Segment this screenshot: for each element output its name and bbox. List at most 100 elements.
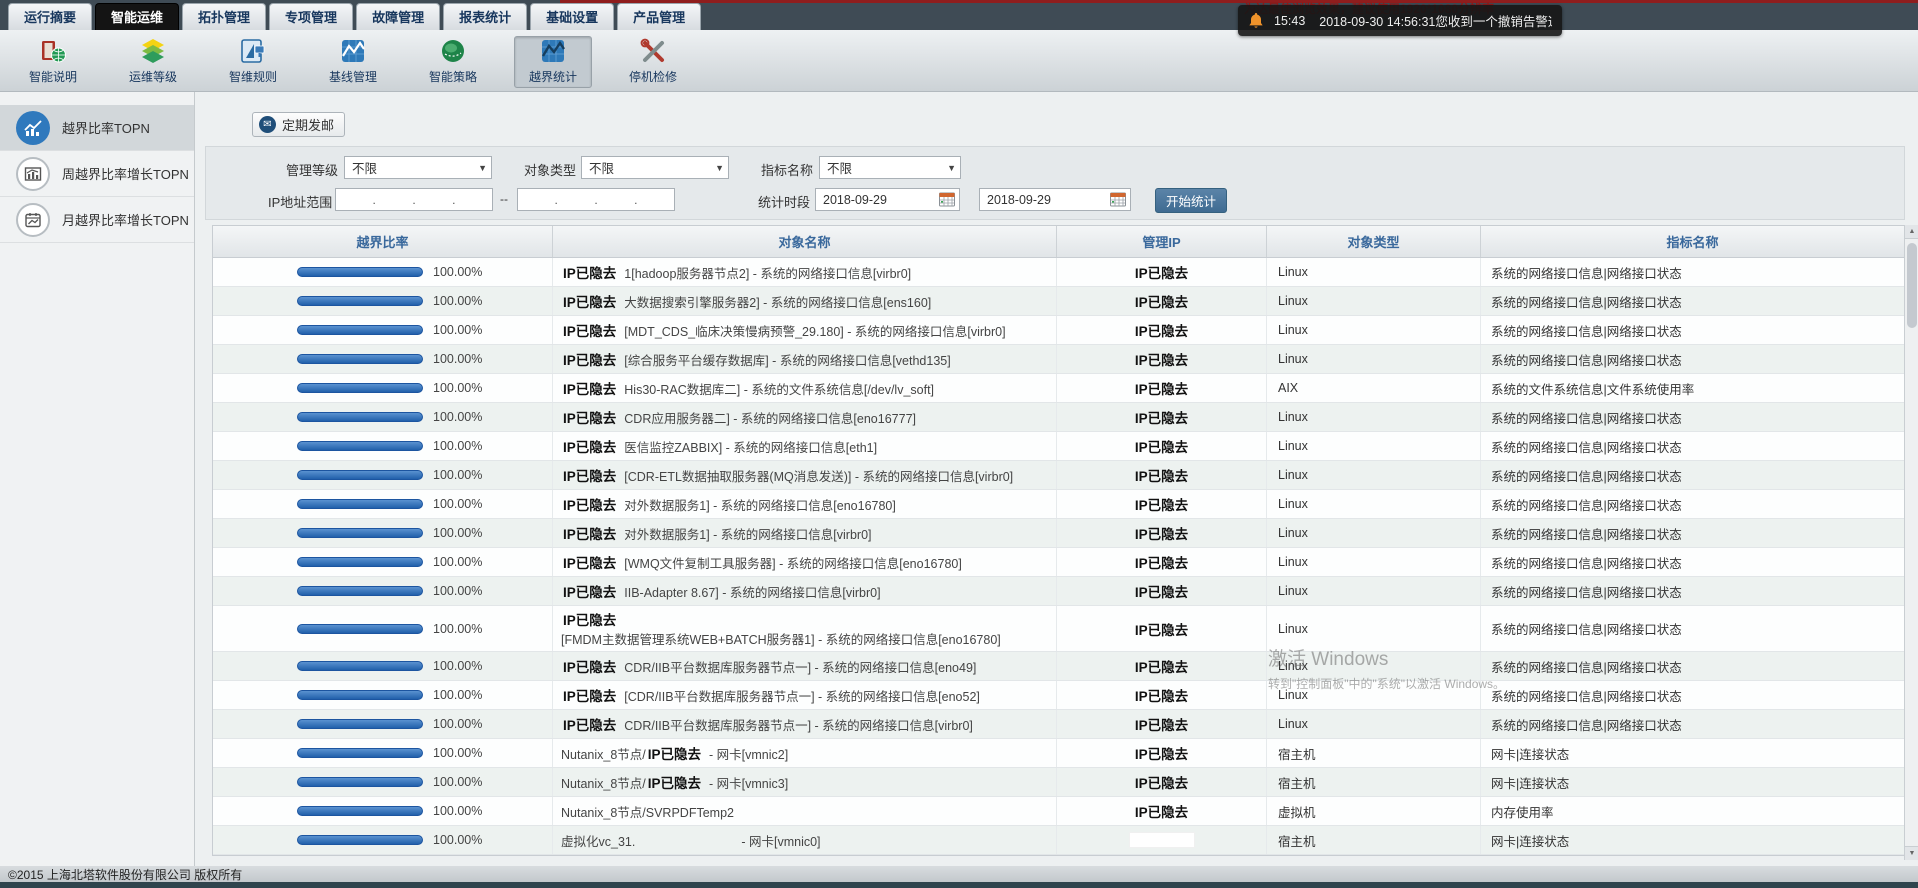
column-header-object-name[interactable]: 对象名称 bbox=[553, 226, 1057, 257]
mgmt-ip-value: IP已隐去 bbox=[1135, 714, 1188, 734]
object-type-cell: 宿主机 bbox=[1267, 739, 1481, 767]
sidebar-item-topn-rate[interactable]: 越界比率TOPN bbox=[0, 105, 194, 151]
object-name-cell: 虚拟化vc_31. - 网卡[vmnic0] bbox=[553, 826, 1057, 854]
table-row[interactable]: 100.00% IP已隐去 [CDR/IIB平台数据库服务器节点一] - 系统的… bbox=[213, 681, 1904, 710]
copyright-text: ©2015 上海北塔软件股份有限公司 版权所有 bbox=[8, 866, 242, 883]
sidebar-item-topn-weekly[interactable]: 周越界比率增长TOPN bbox=[0, 151, 194, 197]
notification-toast[interactable]: 15:43 2018-09-30 14:56:31您收到一个撤销告警通知... bbox=[1238, 5, 1562, 36]
periodic-mail-label: 定期发邮 bbox=[282, 115, 334, 134]
redacted-ip-label: IP已隐去 bbox=[563, 609, 616, 629]
toolbar-item-ops-level[interactable]: 运维等级 bbox=[114, 36, 192, 88]
obj-type-value: 不限 bbox=[589, 158, 715, 177]
table-row[interactable]: 100.00% IP已隐去 医信监控ZABBIX] - 系统的网络接口信息[et… bbox=[213, 432, 1904, 461]
periodic-mail-button[interactable]: ✉ 定期发邮 bbox=[252, 112, 345, 137]
toolbar-item-label: 停机检修 bbox=[629, 68, 677, 85]
top-menu-tab[interactable]: 拓扑管理 bbox=[182, 3, 266, 30]
rate-bar bbox=[297, 267, 423, 277]
table-row[interactable]: 100.00% IP已隐去 CDR/IIB平台数据库服务器节点一] - 系统的网… bbox=[213, 652, 1904, 681]
metric-name-cell: 网卡|连接状态 bbox=[1481, 826, 1904, 854]
column-header-rate[interactable]: 越界比率 bbox=[213, 226, 553, 257]
mgmt-level-label: 管理等级 bbox=[286, 160, 338, 179]
top-menu-tab[interactable]: 智能运维 bbox=[95, 3, 179, 30]
table-row[interactable]: 100.00% IP已隐去 [FMDM主数据管理系统WEB+BATCH服务器1]… bbox=[213, 606, 1904, 652]
mgmt-ip-value: IP已隐去 bbox=[1135, 320, 1188, 340]
table-row[interactable]: 100.00% 虚拟化vc_31. - 网卡[vmnic0] 宿主机 网卡|连接… bbox=[213, 826, 1904, 855]
column-header-object-type[interactable]: 对象类型 bbox=[1267, 226, 1481, 257]
rate-value: 100.00% bbox=[433, 688, 482, 702]
table-row[interactable]: 100.00% IP已隐去 对外数据服务1] - 系统的网络接口信息[virbr… bbox=[213, 519, 1904, 548]
table-row[interactable]: 100.00% IP已隐去 [MDT_CDS_临床决策慢病预警_29.180] … bbox=[213, 316, 1904, 345]
table-row[interactable]: 100.00% IP已隐去 CDR应用服务器二] - 系统的网络接口信息[eno… bbox=[213, 403, 1904, 432]
object-name-cell: Nutanix_8节点/ IP已隐去 - 网卡[vmnic3] bbox=[553, 768, 1057, 796]
top-menu-tab[interactable]: 报表统计 bbox=[443, 3, 527, 30]
scroll-down-arrow[interactable]: ▼ bbox=[1905, 846, 1918, 860]
mgmt-ip-value: IP已隐去 bbox=[1135, 291, 1188, 311]
ip-range-start-input[interactable]: ... bbox=[335, 188, 493, 211]
table-row[interactable]: 100.00% IP已隐去 [综合服务平台缓存数据库] - 系统的网络接口信息[… bbox=[213, 345, 1904, 374]
rate-cell: 100.00% bbox=[213, 548, 553, 576]
toolbar-item-shutdown-maintenance[interactable]: 停机检修 bbox=[614, 36, 692, 88]
object-name-text: - 网卡[vmnic0] bbox=[741, 831, 820, 850]
metric-name-cell: 网卡|连接状态 bbox=[1481, 739, 1904, 767]
column-header-mgmt-ip[interactable]: 管理IP bbox=[1057, 226, 1267, 257]
toolbar-item-boundary-stats[interactable]: 越界统计 bbox=[514, 36, 592, 88]
toolbar-item-baseline[interactable]: 基线管理 bbox=[314, 36, 392, 88]
rate-bar bbox=[297, 412, 423, 422]
scroll-up-arrow[interactable]: ▲ bbox=[1905, 225, 1918, 239]
toolbar-item-smart-rules[interactable]: 智维规则 bbox=[214, 36, 292, 88]
vertical-scrollbar[interactable]: ▲ ▼ bbox=[1904, 225, 1918, 860]
rate-bar bbox=[297, 470, 423, 480]
calendar-icon[interactable] bbox=[939, 192, 955, 207]
column-header-metric-name[interactable]: 指标名称 bbox=[1481, 226, 1904, 257]
mgmt-level-select[interactable]: 不限▼ bbox=[344, 156, 492, 179]
top-menu-tab[interactable]: 产品管理 bbox=[617, 3, 701, 30]
rate-cell: 100.00% bbox=[213, 768, 553, 796]
rate-bar bbox=[297, 806, 423, 816]
toolbar-item-smart-policy[interactable]: 智能策略 bbox=[414, 36, 492, 88]
calendar-icon[interactable] bbox=[1110, 192, 1126, 207]
date-to-input[interactable]: 2018-09-29 bbox=[979, 188, 1131, 211]
table-row[interactable]: 100.00% IP已隐去 1[hadoop服务器节点2] - 系统的网络接口信… bbox=[213, 258, 1904, 287]
metric-name-select[interactable]: 不限▼ bbox=[819, 156, 961, 179]
rate-value: 100.00% bbox=[433, 352, 482, 366]
rate-value: 100.00% bbox=[433, 717, 482, 731]
mgmt-ip-cell: IP已隐去 bbox=[1057, 316, 1267, 344]
rate-bar bbox=[297, 557, 423, 567]
top-menu-tab[interactable]: 运行摘要 bbox=[8, 3, 92, 30]
metric-name-cell: 内存使用率 bbox=[1481, 797, 1904, 825]
metric-name-cell: 系统的网络接口信息|网络接口状态 bbox=[1481, 490, 1904, 518]
ip-dot: . bbox=[634, 193, 637, 207]
table-row[interactable]: 100.00% IP已隐去 IIB-Adapter 8.67] - 系统的网络接… bbox=[213, 577, 1904, 606]
table-row[interactable]: 100.00% IP已隐去 His30-RAC数据库二] - 系统的文件系统信息… bbox=[213, 374, 1904, 403]
table-row[interactable]: 100.00% Nutanix_8节点/ IP已隐去 - 网卡[vmnic3] … bbox=[213, 768, 1904, 797]
table-row[interactable]: 100.00% IP已隐去 CDR/IIB平台数据库服务器节点一] - 系统的网… bbox=[213, 710, 1904, 739]
table-row[interactable]: 100.00% Nutanix_8节点/SVRPDFTemp2 IP已隐去 虚拟… bbox=[213, 797, 1904, 826]
top-menu-tab-label: 报表统计 bbox=[459, 10, 511, 25]
chevron-down-icon: ▼ bbox=[947, 163, 956, 173]
toolbar-item-smart-guide[interactable]: 智能说明 bbox=[14, 36, 92, 88]
object-name-cell: IP已隐去 [CDR-ETL数据抽取服务器(MQ消息发送)] - 系统的网络接口… bbox=[553, 461, 1057, 489]
sidebar-item-topn-monthly[interactable]: 月越界比率增长TOPN bbox=[0, 197, 194, 243]
object-name-prefix: Nutanix_8节点/ bbox=[561, 773, 646, 792]
top-menu-tab[interactable]: 故障管理 bbox=[356, 3, 440, 30]
table-row[interactable]: 100.00% Nutanix_8节点/ IP已隐去 - 网卡[vmnic2] … bbox=[213, 739, 1904, 768]
date-from-input[interactable]: 2018-09-29 bbox=[815, 188, 960, 211]
rate-value: 100.00% bbox=[433, 381, 482, 395]
table-row[interactable]: 100.00% IP已隐去 对外数据服务1] - 系统的网络接口信息[eno16… bbox=[213, 490, 1904, 519]
obj-type-select[interactable]: 不限▼ bbox=[581, 156, 729, 179]
sidebar-item-label: 周越界比率增长TOPN bbox=[62, 164, 189, 183]
start-statistics-button[interactable]: 开始统计 bbox=[1155, 188, 1227, 213]
object-name-text: 1[hadoop服务器节点2] - 系统的网络接口信息[virbr0] bbox=[624, 263, 911, 282]
ip-range-end-input[interactable]: ... bbox=[517, 188, 675, 211]
object-type-cell: Linux bbox=[1267, 258, 1481, 286]
table-row[interactable]: 100.00% IP已隐去 大数据搜索引擎服务器2] - 系统的网络接口信息[e… bbox=[213, 287, 1904, 316]
top-menu-tab[interactable]: 专项管理 bbox=[269, 3, 353, 30]
redacted-ip-label: IP已隐去 bbox=[563, 349, 616, 369]
table-row[interactable]: 100.00% IP已隐去 [WMQ文件复制工具服务器] - 系统的网络接口信息… bbox=[213, 548, 1904, 577]
scrollbar-thumb[interactable] bbox=[1907, 243, 1917, 328]
table-row[interactable]: 100.00% IP已隐去 [CDR-ETL数据抽取服务器(MQ消息发送)] -… bbox=[213, 461, 1904, 490]
ip-range-label: IP地址范围 bbox=[268, 192, 332, 211]
mgmt-ip-value: IP已隐去 bbox=[1135, 378, 1188, 398]
toolbar-item-label: 越界统计 bbox=[529, 68, 577, 85]
top-menu-tab[interactable]: 基础设置 bbox=[530, 3, 614, 30]
